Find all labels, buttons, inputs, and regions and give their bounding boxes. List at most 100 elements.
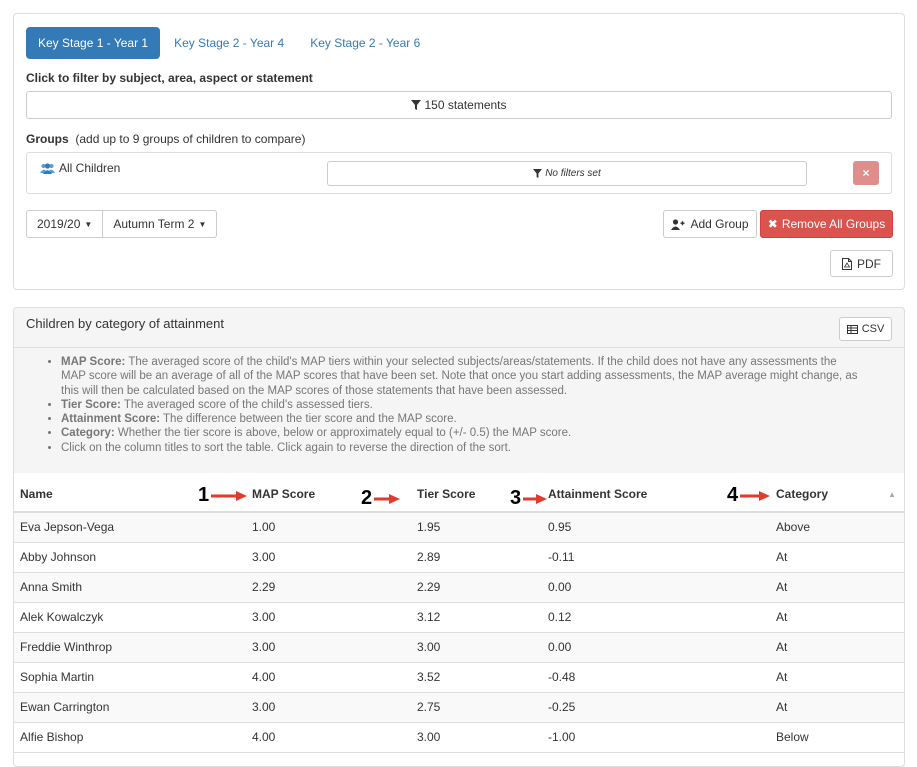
- remove-all-groups-button[interactable]: ✖ Remove All Groups: [760, 210, 893, 238]
- cell-attainment-score: -0.25: [542, 692, 770, 723]
- cell-name: Alek Kowalczyk: [14, 602, 246, 633]
- note-text: The averaged score of the child's MAP ti…: [61, 356, 858, 397]
- table-row: Abby Johnson 3.00 2.89 -0.11 At: [14, 542, 904, 573]
- note-text: The difference between the tier score an…: [160, 413, 457, 426]
- red-arrow-icon: [740, 490, 771, 501]
- table-row: Freddie Winthrop 3.00 3.00 0.00 At: [14, 632, 904, 663]
- cell-category: At: [770, 572, 904, 603]
- cell-attainment-score: -1.00: [542, 722, 770, 753]
- score-notes: MAP Score: The averaged score of the chi…: [14, 348, 904, 473]
- column-header-category[interactable]: Category ▲: [770, 477, 904, 513]
- note-term: Attainment Score:: [61, 413, 161, 426]
- cell-attainment-score: 0.00: [542, 632, 770, 663]
- cell-category: At: [770, 602, 904, 633]
- users-icon: [40, 162, 55, 174]
- note-text: The averaged score of the child's assess…: [120, 398, 373, 411]
- note-category: Category: Whether the tier score is abov…: [61, 426, 864, 440]
- note-text: Click on the column titles to sort the t…: [61, 441, 511, 454]
- cell-map-score: 3.00: [246, 602, 411, 633]
- cell-category: At: [770, 662, 904, 693]
- cell-map-score: 2.29: [246, 572, 411, 603]
- tab-key-stage-2-year-6[interactable]: Key Stage 2 - Year 6: [298, 27, 432, 59]
- period-selector: 2019/20 ▼ Autumn Term 2 ▼: [26, 210, 218, 238]
- cell-tier-score: 3.00: [411, 632, 542, 663]
- cell-category: At: [770, 632, 904, 663]
- table-row: Alek Kowalczyk 3.00 3.12 0.12 At: [14, 602, 904, 633]
- note-map-score: MAP Score: The averaged score of the chi…: [61, 355, 864, 398]
- attainment-panel-header: Children by category of attainment CSV: [14, 308, 904, 348]
- score-notes-list: MAP Score: The averaged score of the chi…: [14, 348, 904, 455]
- close-icon: ✖: [767, 217, 778, 231]
- table-header-row: Name MAP Score Tier Score Attainment Sco…: [14, 477, 904, 513]
- user-plus-icon: [671, 218, 685, 230]
- cell-category: At: [770, 692, 904, 723]
- term-dropdown-value: Autumn Term 2: [113, 217, 195, 231]
- annotation-number: 4: [727, 484, 739, 506]
- group-filter-button[interactable]: No filters set: [327, 161, 807, 186]
- sort-ascending-icon: ▲: [888, 490, 896, 499]
- cell-map-score: 3.00: [246, 632, 411, 663]
- attainment-panel: Children by category of attainment CSV M…: [13, 307, 905, 767]
- table-icon: [846, 324, 858, 334]
- cell-attainment-score: -0.11: [542, 542, 770, 573]
- groups-heading-title: Groups: [26, 132, 69, 146]
- filter-icon: [411, 100, 422, 110]
- table-row: Alfie Bishop 4.00 3.00 -1.00 Below: [14, 722, 904, 753]
- cell-tier-score: 2.89: [411, 542, 542, 573]
- table-row: Ewan Carrington 3.00 2.75 -0.25 At: [14, 692, 904, 723]
- cell-attainment-score: 0.00: [542, 572, 770, 603]
- tab-key-stage-2-year-4[interactable]: Key Stage 2 - Year 4: [162, 27, 296, 59]
- tab-key-stage-1-year-1[interactable]: Key Stage 1 - Year 1: [26, 27, 161, 59]
- column-header-category-label: Category: [776, 487, 829, 501]
- annotation-2: 2: [361, 487, 401, 510]
- remove-all-groups-label: Remove All Groups: [781, 217, 886, 231]
- cell-map-score: 4.00: [246, 722, 411, 753]
- annotation-number: 2: [361, 487, 373, 509]
- cell-tier-score: 3.00: [411, 722, 542, 753]
- note-term: MAP Score:: [61, 356, 126, 368]
- statements-filter-button[interactable]: 150 statements: [26, 91, 892, 119]
- attainment-table: Name MAP Score Tier Score Attainment Sco…: [14, 477, 904, 753]
- groups-heading: Groups (add up to 9 groups of children t…: [26, 132, 305, 146]
- note-tier-score: Tier Score: The averaged score of the ch…: [61, 398, 864, 412]
- key-stage-tabs: Key Stage 1 - Year 1 Key Stage 2 - Year …: [26, 27, 434, 59]
- annotation-number: 3: [510, 487, 522, 509]
- red-arrow-icon: [523, 493, 548, 504]
- table-row: Sophia Martin 4.00 3.52 -0.48 At: [14, 662, 904, 693]
- cell-attainment-score: 0.12: [542, 602, 770, 633]
- cell-map-score: 4.00: [246, 662, 411, 693]
- cell-tier-score: 3.52: [411, 662, 542, 693]
- cell-map-score: 3.00: [246, 542, 411, 573]
- annotation-number: 1: [198, 484, 210, 506]
- pdf-button[interactable]: PDF: [830, 250, 893, 277]
- attainment-panel-title: Children by category of attainment: [26, 316, 224, 331]
- cell-category: Above: [770, 512, 904, 543]
- note-text: Whether the tier score is above, below o…: [114, 427, 572, 440]
- annotation-3: 3: [510, 487, 548, 510]
- cell-category: At: [770, 542, 904, 573]
- cell-name: Ewan Carrington: [14, 692, 246, 723]
- cell-name: Anna Smith: [14, 572, 246, 603]
- note-term: Category:: [61, 427, 115, 440]
- filter-icon: [533, 169, 543, 178]
- pdf-label: PDF: [857, 256, 881, 271]
- remove-group-button[interactable]: ×: [853, 161, 879, 185]
- year-dropdown[interactable]: 2019/20 ▼: [26, 210, 104, 238]
- statements-count: 150 statements: [424, 98, 507, 112]
- red-arrow-icon: [374, 493, 401, 504]
- file-pdf-icon: [842, 257, 852, 270]
- cell-name: Abby Johnson: [14, 542, 246, 573]
- term-dropdown[interactable]: Autumn Term 2 ▼: [103, 210, 218, 238]
- cell-map-score: 3.00: [246, 692, 411, 723]
- csv-label: CSV: [861, 323, 885, 335]
- annotation-1: 1: [198, 484, 248, 507]
- csv-button[interactable]: CSV: [839, 317, 892, 341]
- cell-tier-score: 2.75: [411, 692, 542, 723]
- note-term: Tier Score:: [61, 398, 121, 411]
- groups-heading-note: (add up to 9 groups of children to compa…: [75, 132, 306, 146]
- table-row: Anna Smith 2.29 2.29 0.00 At: [14, 572, 904, 603]
- cell-name: Alfie Bishop: [14, 722, 246, 753]
- cell-tier-score: 1.95: [411, 512, 542, 543]
- cell-attainment-score: -0.48: [542, 662, 770, 693]
- add-group-button[interactable]: Add Group: [663, 210, 757, 238]
